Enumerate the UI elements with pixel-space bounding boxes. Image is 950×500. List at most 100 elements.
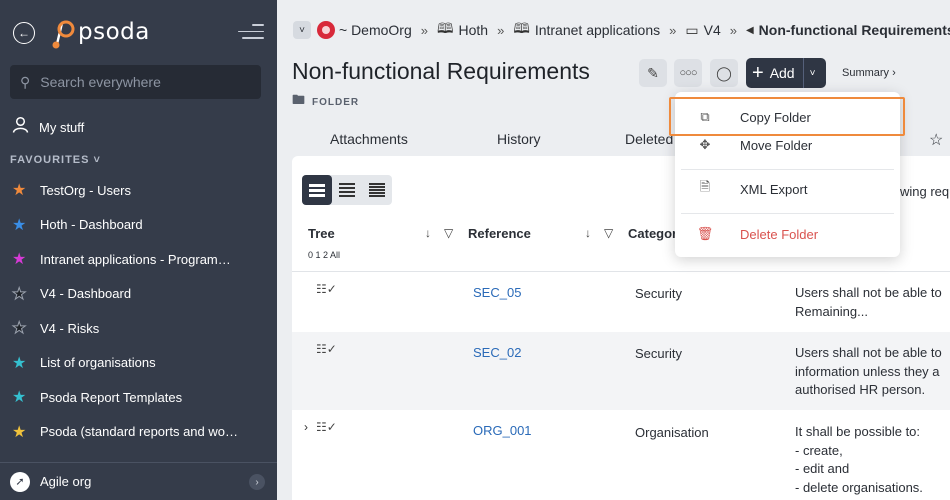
favourite-label: Psoda Report Templates bbox=[40, 389, 183, 405]
collapse-sidebar-icon[interactable] bbox=[238, 24, 264, 42]
favourite-label: V4 - Risks bbox=[40, 320, 100, 336]
star-icon: ★ bbox=[12, 182, 27, 200]
add-label: Add bbox=[769, 65, 795, 81]
search-input[interactable] bbox=[40, 74, 241, 90]
favourite-label: Hoth - Dashboard bbox=[40, 217, 143, 233]
logo-text: psoda bbox=[78, 19, 150, 45]
search-icon: ⚲ bbox=[20, 73, 31, 90]
tag-icon: ◯ bbox=[716, 64, 732, 81]
list-icon bbox=[309, 182, 325, 199]
table-row[interactable]: › ☷✓ ORG_001 Organisation It shall be po… bbox=[292, 410, 950, 500]
back-icon[interactable]: ← bbox=[13, 22, 35, 44]
requirement-icon: ☷✓ bbox=[316, 342, 337, 356]
more-options-button[interactable]: ○○○ bbox=[674, 59, 702, 87]
add-button[interactable]: + Add ˅ bbox=[746, 58, 826, 88]
summary-link[interactable]: Summary › bbox=[842, 67, 896, 79]
plus-icon: + bbox=[752, 62, 764, 84]
column-header-tree[interactable]: Tree bbox=[308, 226, 335, 241]
edit-button[interactable]: ✎ bbox=[639, 59, 667, 87]
expand-chevron-icon[interactable]: › bbox=[304, 420, 308, 434]
menu-divider bbox=[681, 169, 894, 170]
view-toggle bbox=[302, 175, 392, 205]
sort-down-icon[interactable]: ↓ bbox=[425, 226, 431, 240]
my-stuff-label: My stuff bbox=[39, 119, 85, 135]
breadcrumb-item[interactable]: Hoth bbox=[459, 22, 489, 38]
favourites-heading-label: FAVOURITES bbox=[10, 154, 90, 166]
org-name: Agile org bbox=[40, 474, 92, 489]
sort-down-icon[interactable]: ↓ bbox=[585, 226, 591, 240]
breadcrumb-org[interactable]: ~ DemoOrg bbox=[339, 22, 412, 38]
favourites-heading[interactable]: FAVOURITES ˅ bbox=[10, 154, 101, 166]
chevron-down-icon[interactable]: ˅ bbox=[810, 68, 816, 79]
breadcrumb: ˅ ~ DemoOrg » 🕮 Hoth » 🕮 Intranet applic… bbox=[293, 20, 950, 40]
star-outline-icon[interactable]: ☆ bbox=[929, 130, 943, 150]
favourite-item[interactable]: ★ TestOrg - Users bbox=[0, 173, 277, 208]
description-line: - create, bbox=[795, 442, 843, 458]
description-line: Remaining... bbox=[795, 303, 868, 319]
xml-export-item[interactable]: 🗎 XML Export bbox=[675, 174, 900, 204]
favourite-label: Psoda (standard reports and workflows) bbox=[40, 424, 240, 440]
description-line: Users shall not be able to bbox=[795, 345, 942, 360]
psoda-logo[interactable]: psoda bbox=[47, 14, 150, 50]
category-cell: Organisation bbox=[635, 425, 709, 440]
rocket-icon: ➚ bbox=[10, 471, 30, 492]
tag-button[interactable]: ◯ bbox=[710, 59, 738, 87]
description-line: Users shall not be able to bbox=[795, 285, 942, 300]
item-type: 🖿 FOLDER bbox=[292, 91, 359, 113]
compact-view-button[interactable] bbox=[332, 175, 362, 205]
breadcrumb-item[interactable]: V4 bbox=[704, 22, 721, 38]
tab-deleted[interactable]: Deleted bbox=[625, 131, 673, 147]
book-icon: 🕮 bbox=[436, 20, 454, 36]
breadcrumb-item[interactable]: Intranet applications bbox=[535, 22, 660, 38]
description-cell: Users shall not be able to information u… bbox=[795, 344, 942, 400]
page-title: Non-functional Requirements bbox=[292, 58, 590, 84]
column-header-category[interactable]: Categor bbox=[628, 226, 677, 241]
description-line: information unless they a bbox=[795, 363, 940, 379]
favourite-item[interactable]: ★ Psoda (standard reports and workflows) bbox=[0, 415, 277, 450]
delete-folder-label: Delete Folder bbox=[740, 226, 819, 242]
tab-attachments[interactable]: Attachments bbox=[330, 131, 408, 147]
table-row[interactable]: ☷✓ SEC_02 Security Users shall not be ab… bbox=[292, 332, 950, 410]
tree-view-button[interactable] bbox=[302, 175, 332, 205]
favourite-label: List of organisations bbox=[40, 355, 156, 371]
delete-folder-item[interactable]: 🗑 Delete Folder bbox=[675, 219, 900, 249]
reference-link[interactable]: ORG_001 bbox=[473, 423, 532, 438]
reference-link[interactable]: SEC_05 bbox=[473, 285, 521, 300]
filter-icon[interactable]: ▽ bbox=[604, 226, 613, 240]
dense-view-button[interactable] bbox=[362, 175, 392, 205]
table-row[interactable]: ☷✓ SEC_05 Security Users shall not be ab… bbox=[292, 272, 950, 332]
chevron-down-icon: ˅ bbox=[93, 154, 101, 166]
star-icon: ★ bbox=[12, 354, 27, 372]
my-stuff-link[interactable]: My stuff bbox=[12, 116, 84, 138]
breadcrumb-separator-icon: » bbox=[729, 22, 737, 38]
favourite-item[interactable]: ★ Psoda Report Templates bbox=[0, 380, 277, 415]
folder-icon: 🖿 bbox=[292, 92, 307, 107]
chevron-right-icon[interactable]: › bbox=[249, 474, 265, 490]
favourite-label: Intranet applications - Programme Dashbo… bbox=[40, 251, 240, 267]
xml-file-icon: 🗎 bbox=[699, 179, 711, 194]
favourite-item[interactable]: ★ List of organisations bbox=[0, 346, 277, 381]
org-switcher[interactable]: ➚ Agile org › bbox=[0, 462, 277, 500]
reference-link[interactable]: SEC_02 bbox=[473, 345, 521, 360]
favourite-label: V4 - Dashboard bbox=[40, 286, 132, 302]
sidebar: ← psoda ⚲ My stuff FAVOURITES ˅ ★ TestOrg… bbox=[0, 0, 277, 500]
highlight-box bbox=[669, 97, 905, 136]
add-divider bbox=[802, 58, 804, 88]
org-logo-icon bbox=[317, 21, 335, 39]
pencil-icon: ✎ bbox=[647, 64, 659, 81]
category-cell: Security bbox=[635, 286, 682, 301]
filter-icon[interactable]: ▽ bbox=[444, 226, 453, 240]
star-icon: ★ bbox=[12, 320, 27, 338]
column-header-reference[interactable]: Reference bbox=[468, 226, 531, 241]
favourite-item[interactable]: ★ Hoth - Dashboard bbox=[0, 208, 277, 243]
favourite-item[interactable]: ★ V4 - Risks bbox=[0, 311, 277, 346]
breadcrumb-separator-icon: » bbox=[669, 22, 677, 38]
favourite-item[interactable]: ★ V4 - Dashboard bbox=[0, 277, 277, 312]
chevron-down-icon[interactable]: ˅ bbox=[293, 21, 311, 39]
tab-history[interactable]: History bbox=[497, 131, 541, 147]
menu-divider bbox=[681, 213, 894, 214]
favourite-item[interactable]: ★ Intranet applications - Programme Dashb… bbox=[0, 242, 277, 277]
tree-level-selector[interactable]: 0 1 2 All bbox=[308, 250, 340, 260]
star-icon: ★ bbox=[12, 216, 27, 234]
description-line: authorised HR person. bbox=[795, 382, 926, 397]
